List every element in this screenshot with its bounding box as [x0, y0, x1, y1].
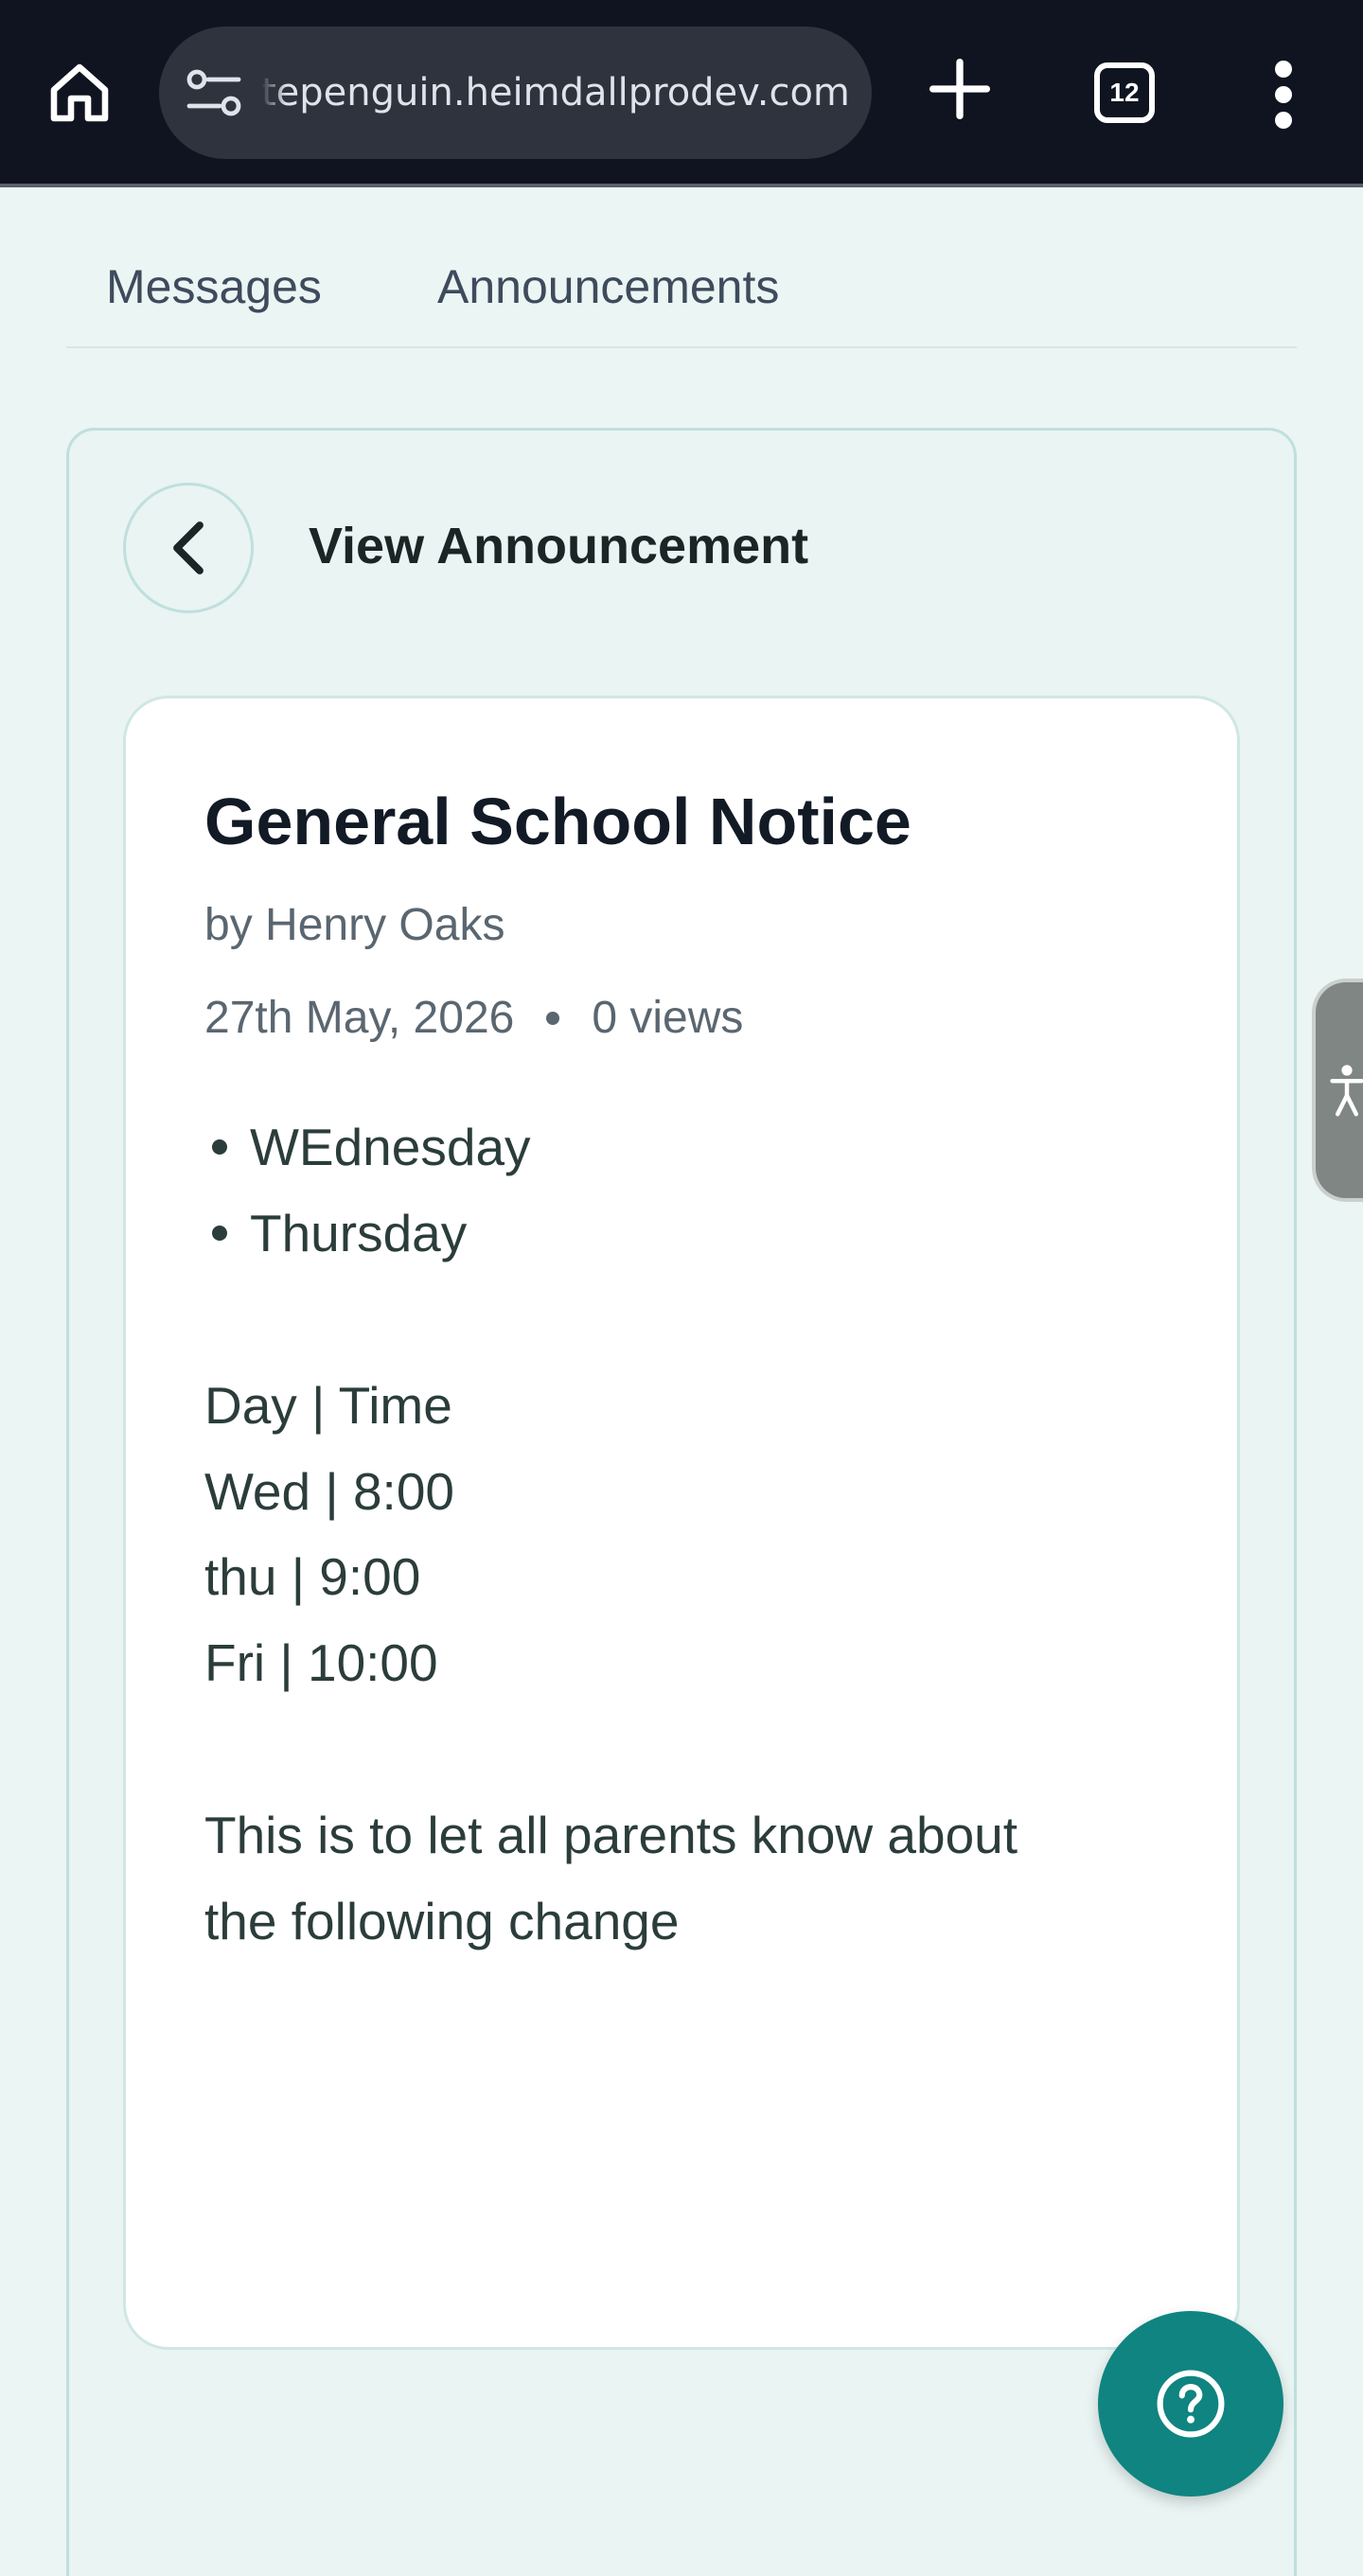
paragraph-line: This is to let all parents know about — [204, 1806, 1018, 1864]
list-item-text: Thursday — [250, 1204, 468, 1262]
browser-toolbar: tepenguin.heimdallprodev.com 12 — [0, 0, 1363, 187]
tab-switcher-icon[interactable]: 12 — [1094, 62, 1155, 123]
separator-dot — [546, 1011, 560, 1025]
bullet-icon — [212, 1226, 227, 1241]
new-tab-plus-icon[interactable] — [928, 57, 992, 121]
schedule-line: Fri | 10:00 — [204, 1633, 438, 1692]
tab-announcements[interactable]: Announcements — [437, 259, 779, 314]
announcement-date: 27th May, 2026 — [204, 993, 515, 1043]
home-icon[interactable] — [45, 59, 114, 127]
schedule-line: Day | Time — [204, 1376, 452, 1435]
announcement-views: 0 views — [592, 993, 744, 1043]
url-text[interactable]: tepenguin.heimdallprodev.com — [261, 26, 849, 159]
schedule-line: thu | 9:00 — [204, 1547, 421, 1606]
section-tabs: Messages Announcements — [66, 246, 1297, 348]
accessibility-icon — [1330, 1065, 1363, 1117]
paragraph-line: the following change — [204, 1892, 680, 1950]
announcement-meta: 27th May, 2026 0 views — [204, 992, 743, 1044]
chevron-left-icon — [173, 521, 204, 574]
bullet-icon — [212, 1139, 227, 1155]
list-item: Thursday — [204, 1203, 467, 1263]
overflow-menu-icon[interactable] — [1268, 61, 1299, 129]
tab-messages[interactable]: Messages — [106, 259, 322, 314]
help-button[interactable] — [1098, 2311, 1283, 2497]
announcement-title: General School Notice — [204, 785, 912, 858]
address-bar[interactable]: tepenguin.heimdallprodev.com — [159, 26, 872, 159]
accessibility-button[interactable] — [1312, 979, 1363, 1202]
schedule-line: Wed | 8:00 — [204, 1462, 454, 1521]
tab-count: 12 — [1109, 78, 1140, 107]
list-item: WEdnesday — [204, 1117, 531, 1177]
site-settings-icon[interactable] — [186, 66, 242, 119]
help-question-icon — [1157, 2370, 1225, 2438]
page-title: View Announcement — [309, 518, 809, 574]
back-button[interactable] — [123, 483, 254, 613]
announcement-author: by Henry Oaks — [204, 900, 505, 950]
list-item-text: WEdnesday — [250, 1118, 531, 1176]
